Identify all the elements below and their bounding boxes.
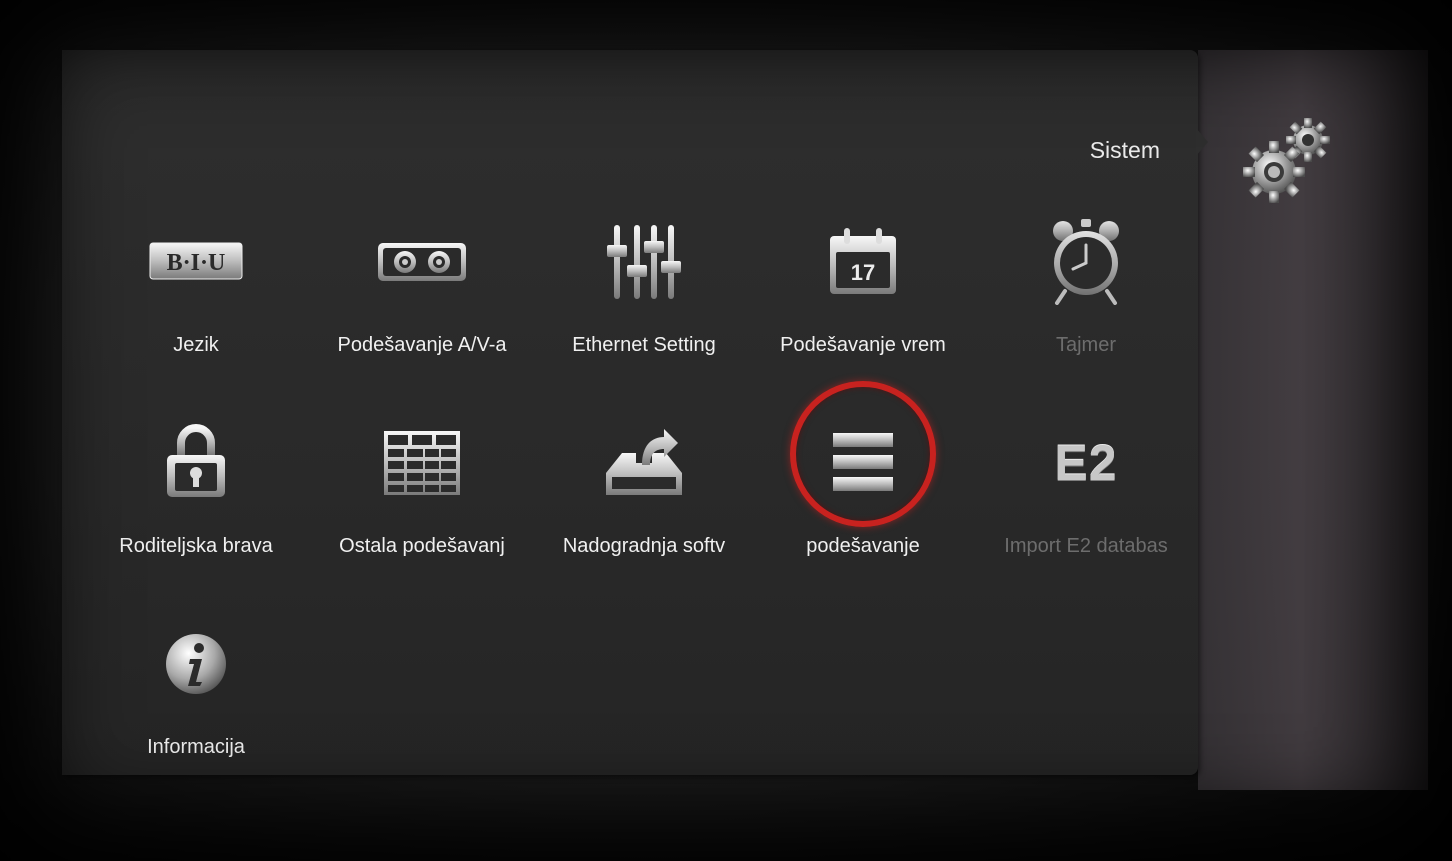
e2-icon: E2 bbox=[1031, 413, 1141, 513]
av-connector-icon bbox=[367, 212, 477, 312]
svg-text:B·I·U: B·I·U bbox=[167, 250, 226, 276]
menu-item-information[interactable]: Informacija bbox=[86, 614, 306, 784]
list-bars-icon bbox=[808, 413, 918, 513]
panel-pointer bbox=[1196, 128, 1208, 156]
grid-table-icon bbox=[367, 413, 477, 513]
menu-item-parental-lock[interactable]: Roditeljska brava bbox=[86, 413, 306, 583]
menu-item-label: Roditeljska brava bbox=[119, 535, 273, 557]
menu-item-label: Ethernet Setting bbox=[572, 334, 716, 356]
menu-item-label: Informacija bbox=[147, 736, 245, 758]
menu-item-setup[interactable]: podešavanje bbox=[753, 413, 973, 583]
calendar-icon: 17 bbox=[808, 212, 918, 312]
menu-item-label: Tajmer bbox=[1055, 334, 1116, 356]
gears-icon bbox=[1236, 118, 1340, 208]
menu-item-label: Import E2 databas bbox=[1004, 535, 1168, 557]
info-icon bbox=[141, 614, 251, 714]
menu-item-timer[interactable]: Tajmer bbox=[976, 212, 1196, 382]
sliders-icon bbox=[589, 212, 699, 312]
menu-item-label: Jezik bbox=[173, 334, 219, 356]
menu-item-import-e2[interactable]: E2 Import E2 databas bbox=[976, 413, 1196, 583]
upgrade-tray-icon bbox=[589, 413, 699, 513]
menu-item-label: Podešavanje A/V-a bbox=[337, 334, 507, 356]
menu-item-label: Ostala podešavanj bbox=[339, 535, 505, 557]
alarm-clock-icon bbox=[1031, 212, 1141, 312]
e2-icon-text: E2 bbox=[1054, 435, 1118, 491]
menu-item-label: Nadogradnja softv bbox=[562, 535, 726, 557]
menu-item-label: podešavanje bbox=[806, 535, 920, 557]
menu-item-label: Podešavanje vrem bbox=[780, 334, 946, 356]
biu-text-icon: B·I·U bbox=[141, 212, 251, 312]
section-title: Sistem bbox=[1089, 137, 1160, 163]
menu-item-av-settings[interactable]: Podešavanje A/V-a bbox=[312, 212, 532, 382]
menu-item-jezik[interactable]: B·I·U Jezik bbox=[86, 212, 306, 382]
calendar-day-text: 17 bbox=[851, 260, 875, 285]
menu-item-time-settings[interactable]: 17 Podešavanje vrem bbox=[753, 212, 973, 382]
menu-item-ethernet[interactable]: Ethernet Setting bbox=[534, 212, 754, 382]
menu-item-software-upgrade[interactable]: Nadogradnja softv bbox=[534, 413, 754, 583]
menu-item-other-settings[interactable]: Ostala podešavanj bbox=[312, 413, 532, 583]
tv-screen: Sistem B·I·U Jezik Podešavanje A/V-a Eth… bbox=[0, 0, 1452, 861]
padlock-icon bbox=[141, 413, 251, 513]
